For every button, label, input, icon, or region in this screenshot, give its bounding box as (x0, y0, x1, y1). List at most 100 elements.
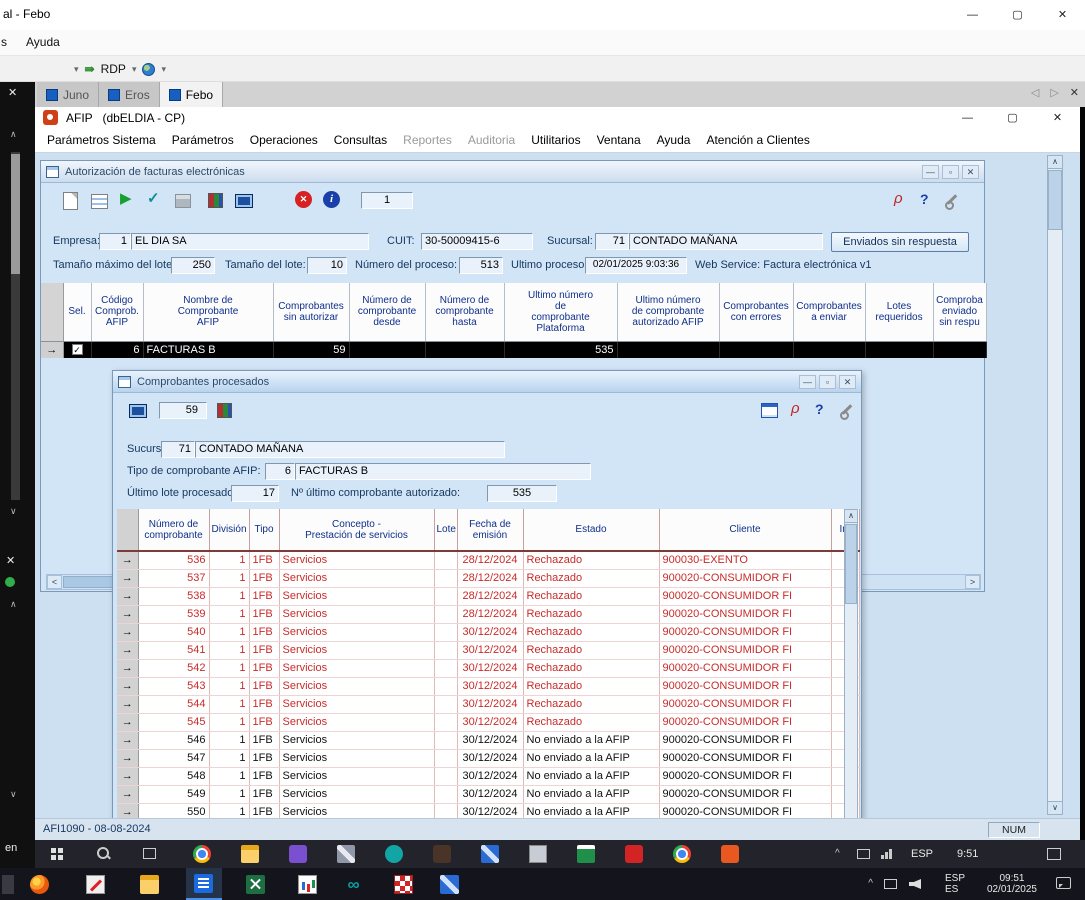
proc-grid-row[interactable]: →54811FBServicios30/12/2024No enviado a … (117, 767, 859, 785)
help-icon[interactable]: ? (815, 401, 824, 417)
design-app-icon[interactable] (86, 875, 105, 894)
auth-restore-button[interactable]: ▫ (942, 165, 959, 179)
proc-grid-header[interactable]: Concepto - Prestación de servicios (279, 509, 434, 551)
sucursal-name-field[interactable]: CONTADO MAÑANA (629, 233, 823, 250)
checkered-app-icon[interactable] (394, 875, 413, 894)
proc-grid-header[interactable]: Tipo (249, 509, 279, 551)
ultimo-proceso-field[interactable]: 02/01/2025 9:03:36 (585, 257, 687, 274)
afip-menu-item[interactable]: Operaciones (242, 129, 326, 151)
empresa-code-field[interactable]: 1 (99, 233, 131, 250)
app-icon-purple[interactable] (289, 845, 307, 863)
cuit-field[interactable]: 30-50009415-6 (421, 233, 533, 250)
auth-grid-header[interactable]: Ultimo número de comprobante Plataforma (504, 283, 617, 341)
notification-bubble-icon[interactable] (1056, 877, 1071, 889)
lote-max-field[interactable]: 250 (171, 257, 215, 274)
confirm-icon[interactable]: ✓ (147, 190, 160, 208)
chat-app-icon[interactable] (385, 845, 403, 863)
globe-icon[interactable] (142, 63, 155, 76)
table-view-icon[interactable] (761, 403, 778, 418)
auth-close-button[interactable]: ✕ (962, 165, 979, 179)
afip-menu-item[interactable]: Ventana (589, 129, 649, 151)
dock-close-icon-2[interactable]: ✕ (6, 554, 15, 567)
proc-grid-row[interactable]: →53811FBServicios28/12/2024Rechazado9000… (117, 587, 859, 605)
tools-icon[interactable] (839, 401, 855, 417)
host-tray-expand-icon[interactable]: ^ (868, 878, 873, 889)
app-icon-red[interactable] (625, 845, 643, 863)
file-manager-icon[interactable] (140, 875, 159, 894)
books-icon[interactable] (217, 403, 232, 418)
tab-nav-fwd-icon[interactable]: ▷ (1050, 86, 1058, 99)
chart-app-icon[interactable] (298, 875, 317, 894)
afip-menu-item[interactable]: Consultas (326, 129, 395, 151)
mdi-vertical-scrollbar[interactable]: ∧ ∨ (1047, 155, 1063, 815)
toolbar-dropdown-icon[interactable]: ▾ (74, 64, 79, 75)
auth-grid-header[interactable]: Nombre de Comprobante AFIP (143, 283, 273, 341)
proceso-field[interactable]: 513 (459, 257, 503, 274)
tools-icon[interactable] (944, 191, 960, 207)
dock-scrollbar[interactable] (11, 152, 20, 500)
afip-maximize-button[interactable]: ▢ (990, 107, 1035, 129)
auth-grid-selected-row[interactable]: → ✓ 6 FACTURAS B 59 535 (41, 341, 986, 358)
spreadsheet-icon[interactable] (246, 875, 265, 894)
host-language-indicator[interactable]: ESP ES (945, 873, 965, 895)
proc-grid-row[interactable]: →54211FBServicios30/12/2024Rechazado9000… (117, 659, 859, 677)
proc-grid-header[interactable]: Número de comprobante (138, 509, 209, 551)
auth-grid-header[interactable]: Número de comprobante desde (349, 283, 425, 341)
auth-grid-header[interactable]: Número de comprobante hasta (425, 283, 504, 341)
signature-help-icon[interactable]: ρ (894, 190, 903, 207)
proc-grid-row[interactable]: →54911FBServicios30/12/2024No enviado a … (117, 785, 859, 803)
editor-app-icon[interactable] (440, 875, 459, 894)
proc-grid-header[interactable]: Lote (434, 509, 457, 551)
host-tray-volume-icon[interactable] (909, 879, 921, 889)
rdp-button[interactable]: RDP (101, 62, 126, 76)
dock-scroll-up-icon[interactable]: ∧ (10, 129, 17, 140)
app-icon-dark[interactable] (433, 845, 451, 863)
host-maximize-button[interactable]: ▢ (995, 0, 1040, 30)
auth-window-titlebar[interactable]: Autorización de facturas electrónicas — … (41, 161, 984, 183)
tab-nav-back-icon[interactable]: ◁ (1031, 86, 1039, 99)
auth-grid-header[interactable]: Comprobantes sin autorizar (273, 283, 349, 341)
proc-minimize-button[interactable]: — (799, 375, 816, 389)
proc-grid-row[interactable]: →55011FBServicios30/12/2024No enviado a … (117, 803, 859, 818)
save-icon[interactable] (175, 194, 191, 208)
office-suite-icon[interactable]: ∞ (344, 875, 363, 894)
remote-language-indicator[interactable]: ESP (911, 848, 933, 860)
host-close-button[interactable]: ✕ (1040, 0, 1085, 30)
stop-icon[interactable]: ✕ (295, 191, 312, 208)
file-explorer-icon[interactable] (241, 845, 259, 863)
new-document-icon[interactable] (63, 192, 78, 210)
host-minimize-button[interactable]: — (950, 0, 995, 30)
dock-scroll-down-icon[interactable]: ∨ (10, 506, 17, 517)
lote-field[interactable]: 10 (307, 257, 347, 274)
proc-grid-row[interactable]: →53711FBServicios28/12/2024Rechazado9000… (117, 569, 859, 587)
sucursal-code-field[interactable]: 71 (595, 233, 629, 250)
afip-menu-item[interactable]: Utilitarios (523, 129, 588, 151)
proc-grid-row[interactable]: →54011FBServicios30/12/2024Rechazado9000… (117, 623, 859, 641)
blue-pen-app-icon[interactable] (481, 845, 499, 863)
afip-menu-item[interactable]: Ayuda (649, 129, 699, 151)
tab-nav-close-icon[interactable]: ✕ (1070, 86, 1079, 99)
dock-down-icon[interactable]: ∨ (10, 789, 17, 800)
remote-clock[interactable]: 9:51 (957, 848, 978, 860)
mdi-vscroll-thumb[interactable] (1048, 170, 1062, 230)
start-button-icon[interactable] (51, 848, 63, 860)
scroll-up-button[interactable]: ∧ (845, 510, 857, 523)
pen-app-icon[interactable] (337, 845, 355, 863)
chrome-icon[interactable] (193, 845, 211, 863)
auth-grid-header[interactable]: Ultimo número de comprobante autorizado … (617, 283, 719, 341)
active-app-highlight[interactable] (186, 868, 222, 900)
monitor-icon[interactable] (129, 404, 147, 418)
proc-restore-button[interactable]: ▫ (819, 375, 836, 389)
auth-grid-header[interactable]: Comproba enviado sin respu (933, 283, 986, 341)
sel-checkbox[interactable]: ✓ (72, 344, 83, 355)
scroll-right-button[interactable]: > (965, 575, 980, 589)
host-clock[interactable]: 09:51 02/01/2025 (987, 873, 1037, 895)
auth-grid-header[interactable]: Sel. (63, 283, 91, 341)
mdi-scroll-down-button[interactable]: ∨ (1048, 801, 1062, 814)
tab-febo[interactable]: Febo (160, 82, 223, 107)
info-icon[interactable]: i (323, 191, 340, 208)
tray-display-icon[interactable] (857, 849, 870, 859)
monitor-icon[interactable] (235, 194, 253, 208)
properties-icon[interactable] (91, 194, 108, 209)
chrome-icon-2[interactable] (673, 845, 691, 863)
